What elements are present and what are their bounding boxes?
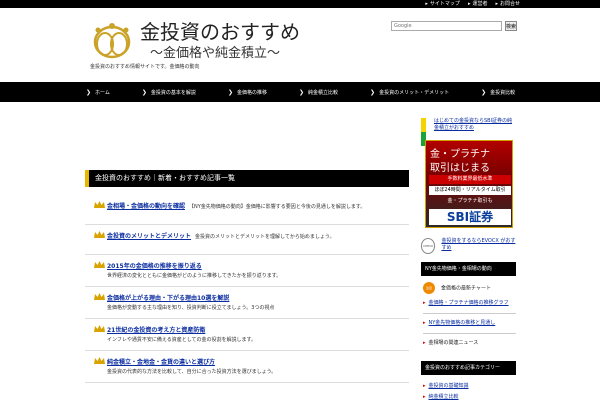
top-link-contact[interactable]: お問合せ [495,1,520,7]
site-tagline: 金投資のおすすめ情報サイトです。金価格の動向 [90,64,200,70]
list-item: 21世紀の金投資の考え方と資産防衛 インフレや通貨不安に備える資産としての金の役… [85,319,409,351]
ad-line-5: 金・プラチナ取引も [447,198,493,204]
crown-icon [94,357,105,364]
nav-item-comparison[interactable]: 金投資比較 [481,89,515,96]
sidebar-link[interactable]: 金価格・プラチナ価格の推移グラフ [423,298,516,309]
article-link[interactable]: 金投資のメリットとデメリット [107,233,191,240]
top-link-operator[interactable]: 運営者 [468,1,487,7]
sidebar-link[interactable]: 金投資の基礎知識 [423,381,516,392]
widget-list-categories: 金投資の基礎知識 純金積立比較 [421,375,516,400]
search-button[interactable]: 検索 [505,21,517,31]
ad-line-6: SBI証券 [429,209,511,225]
widget-list-prices: 注目金価格の最新チャート 金価格・プラチナ価格の推移グラフ NY金先物価格の推移… [421,276,516,353]
list-item: 純金積立・金地金・金貨の違いと選び方 金投資の代表的な方法を比較して、自分に合っ… [85,351,409,383]
article-desc: 【NY金先物価格の動向】金価格に影響する要因と今後の見通しを解説します。 [189,204,366,210]
ad-line-2: 取引はじまる [430,163,490,174]
divider [423,313,516,314]
sidebar-text: 金相場の関連ニュース [423,338,516,349]
ad-line-4: ほぼ24時間・リアルタイム取引 [429,186,511,195]
main-content: 金投資のおすすめ｜新着・おすすめ記事一覧 金相場・金価格の動向を確認 【NY金先物… [85,170,409,383]
crown-logo-icon [93,23,131,59]
article-link[interactable]: 金価格が上がる理由・下がる理由10選を解説 [107,293,409,302]
nav-item-price-history[interactable]: 金価格の推移 [228,89,267,96]
crown-icon [94,293,105,300]
widget-heading-prices: NY金先物価格・金相場の動向 [421,262,516,276]
nav-item-accumulation[interactable]: 純金積立比較 [299,89,338,96]
section-heading: 金投資のおすすめ｜新着・おすすめ記事一覧 [85,170,409,187]
main-nav: ホーム 金投資の基本を解説 金価格の推移 純金積立比較 金投資のメリット・デメリ… [0,82,600,102]
sidebar-link[interactable]: NY金先物価格の推移と見通し [423,318,516,329]
beginner-row: はじめての金投資ならSBI証券の純金積立がおすすめ [421,118,516,146]
crown-icon [94,201,105,208]
article-desc: 金投資の代表的な方法を比較して、自分に合った投資方法を選びましょう。 [107,369,277,375]
check-row: CHECK 金投資をするならEVOCX がおすすめ [421,238,516,254]
widget-heading-categories: 金投資のおすすめ記事カテゴリー [421,361,516,375]
article-list: 金相場・金価格の動向を確認 【NY金先物価格の動向】金価格に影響する要因と今後の見… [85,195,409,383]
check-icon: CHECK [421,238,436,254]
search-box: 検索 [391,21,517,31]
site-logo[interactable]: 金投資のおすすめ 〜金価格や純金積立〜 [92,16,312,61]
nav-item-home[interactable]: ホーム [86,89,110,96]
top-link-sitemap[interactable]: サイトマップ [425,1,460,7]
top-links: サイトマップ 運営者 お問合せ [425,1,520,7]
search-input[interactable] [391,21,502,31]
article-desc: 金価格が変動する主な理由を知り、投資判断に役立てましょう。3つの視点 [107,305,275,311]
nav-item-merits[interactable]: 金投資のメリット・デメリット [370,89,449,96]
list-item: 金相場・金価格の動向を確認 【NY金先物価格の動向】金価格に影響する要因と今後の見… [85,195,409,225]
beginner-mark-icon [421,118,428,146]
list-item: 金価格が上がる理由・下がる理由10選を解説 金価格が変動する主な理由を知り、投資… [85,287,409,319]
sbi-ad-banner[interactable]: 金・プラチナ 取引はじまる 手数料業界最低水準 ほぼ24時間・リアルタイム取引 … [425,140,513,228]
article-link[interactable]: 純金積立・金地金・金貨の違いと選び方 [107,357,409,366]
ad-line-1: 金・プラチナ [430,149,490,160]
top-bar: サイトマップ 運営者 お問合せ [0,0,600,8]
badge-icon: 注目 [423,282,435,294]
badge-text: 金価格の最新チャート [441,285,491,292]
check-link[interactable]: 金投資をするならEVOCX がおすすめ [441,238,516,252]
article-link[interactable]: 21世紀の金投資の考え方と資産防衛 [107,325,409,334]
list-item: 金投資のメリットとデメリット 金投資のメリットとデメリットを理解してから始めましょ… [85,225,409,255]
divider [423,333,516,334]
nav-item-basics[interactable]: 金投資の基本を解説 [142,89,196,96]
article-desc: インフレや通貨不安に備える資産としての金の役割を解説します。 [107,337,257,343]
site-subtitle: 〜金価格や純金積立〜 [150,46,281,61]
sidebar-link[interactable]: 純金積立比較 [423,392,516,400]
article-desc: 世界経済の変化とともに金価格がどのように推移してきたかを振り返ります。 [107,273,282,279]
beginner-link[interactable]: はじめての金投資ならSBI証券の純金積立がおすすめ [434,118,516,132]
sidebar: はじめての金投資ならSBI証券の純金積立がおすすめ 金・プラチナ 取引はじまる … [421,118,516,400]
site-title: 金投資のおすすめ [140,20,300,44]
article-link[interactable]: 金相場・金価格の動向を確認 [107,203,185,210]
article-link[interactable]: 2015年の金価格の推移を振り返る [107,261,409,270]
ad-line-3: 手数料業界最低水準 [429,175,511,184]
crown-icon [94,325,105,332]
crown-icon [94,231,105,238]
article-desc: 金投資のメリットとデメリットを理解してから始めましょう。 [195,234,335,240]
crown-icon [94,261,105,268]
list-item: 2015年の金価格の推移を振り返る 世界経済の変化とともに金価格がどのように推移… [85,255,409,287]
